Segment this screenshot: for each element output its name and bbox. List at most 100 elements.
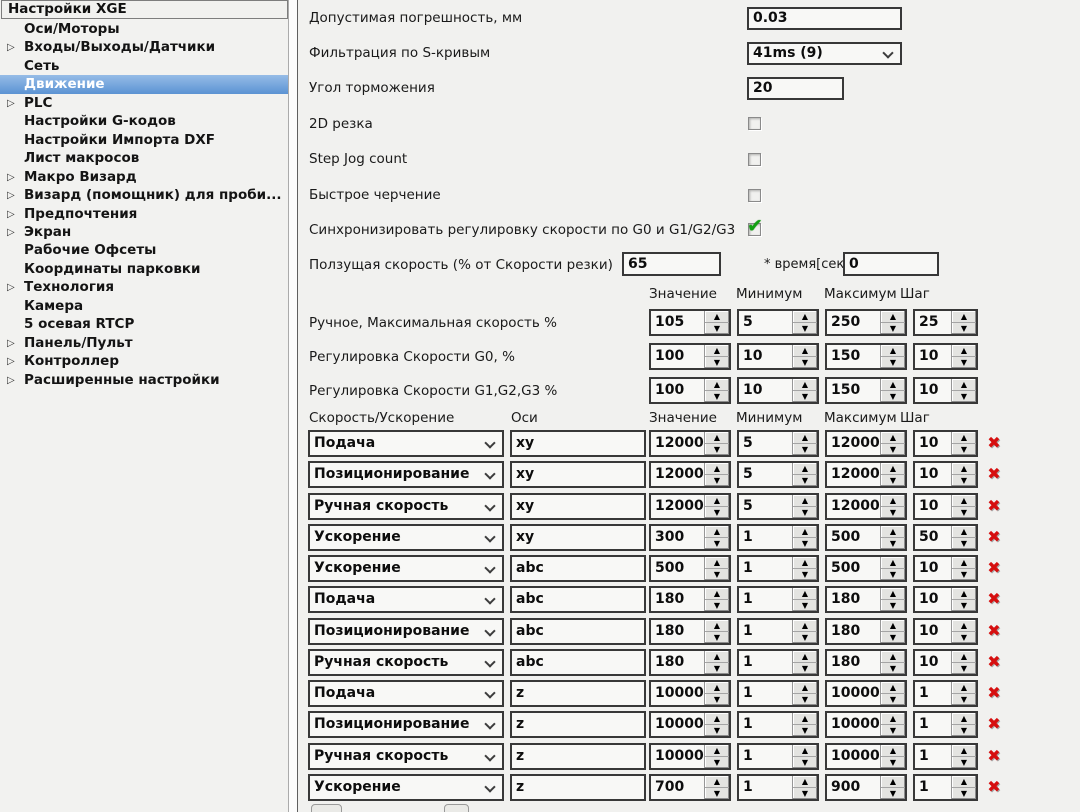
spin-down-icon[interactable]: ▼	[952, 475, 976, 486]
delete-row-button[interactable]: ✖	[985, 653, 1003, 671]
spin-down-icon[interactable]: ▼	[705, 507, 729, 518]
spin-down-icon[interactable]: ▼	[793, 391, 817, 402]
spin-up-icon[interactable]: ▲	[793, 682, 817, 694]
sidebar-item[interactable]: ▷ Макро Визард	[0, 168, 288, 187]
spin-buttons[interactable]: ▲ ▼	[951, 713, 976, 736]
spin-up-icon[interactable]: ▲	[952, 557, 976, 569]
spin-buttons[interactable]: ▲ ▼	[951, 432, 976, 455]
spin-down-icon[interactable]: ▼	[705, 694, 729, 705]
sidebar-item[interactable]: 5 осевая RTCP	[0, 315, 288, 334]
delete-row-button[interactable]: ✖	[985, 434, 1003, 452]
sidebar-item[interactable]: Лист макросов	[0, 149, 288, 168]
spin-down-icon[interactable]: ▼	[705, 391, 729, 402]
spin-up-icon[interactable]: ▲	[793, 495, 817, 507]
delete-row-button[interactable]: ✖	[985, 747, 1003, 765]
row-axes-input[interactable]: xy	[510, 493, 646, 520]
sidebar-item[interactable]: ▷ Визард (помощник) для проби...	[0, 186, 288, 205]
delete-row-button[interactable]: ✖	[985, 778, 1003, 796]
spin-down-icon[interactable]: ▼	[952, 694, 976, 705]
row-axes-input[interactable]: abc	[510, 555, 646, 582]
spinbox[interactable]: 10 ▲ ▼	[913, 493, 978, 520]
spin-buttons[interactable]: ▲ ▼	[792, 588, 817, 611]
spinbox[interactable]: 180 ▲ ▼	[825, 649, 907, 676]
spin-down-icon[interactable]: ▼	[705, 569, 729, 580]
spin-down-icon[interactable]: ▼	[705, 757, 729, 768]
spin-buttons[interactable]: ▲ ▼	[951, 651, 976, 674]
2d-cut-checkbox[interactable]	[748, 117, 761, 130]
spinbox[interactable]: 10 ▲ ▼	[913, 649, 978, 676]
spin-down-icon[interactable]: ▼	[705, 725, 729, 736]
time-input[interactable]: 0	[843, 252, 939, 276]
spin-up-icon[interactable]: ▲	[952, 776, 976, 788]
spinbox[interactable]: 10000 ▲ ▼	[825, 711, 907, 738]
spinbox[interactable]: 10000 ▲ ▼	[649, 743, 731, 770]
spin-down-icon[interactable]: ▼	[793, 632, 817, 643]
sidebar-item[interactable]: Рабочие Офсеты	[0, 241, 288, 260]
spin-buttons[interactable]: ▲ ▼	[951, 379, 976, 402]
spinbox[interactable]: 180 ▲ ▼	[825, 586, 907, 613]
spinbox[interactable]: 180 ▲ ▼	[649, 586, 731, 613]
spin-up-icon[interactable]: ▲	[705, 557, 729, 569]
row-axes-input[interactable]: z	[510, 774, 646, 801]
spin-down-icon[interactable]: ▼	[952, 663, 976, 674]
spin-down-icon[interactable]: ▼	[793, 725, 817, 736]
spinbox[interactable]: 1 ▲ ▼	[737, 555, 819, 582]
spin-up-icon[interactable]: ▲	[881, 588, 905, 600]
spin-up-icon[interactable]: ▲	[793, 345, 817, 357]
spinbox[interactable]: 1 ▲ ▼	[913, 743, 978, 770]
spin-buttons[interactable]: ▲ ▼	[951, 557, 976, 580]
spin-down-icon[interactable]: ▼	[705, 788, 729, 799]
row-axes-input[interactable]: z	[510, 680, 646, 707]
spin-down-icon[interactable]: ▼	[793, 475, 817, 486]
spin-up-icon[interactable]: ▲	[705, 526, 729, 538]
sidebar-item[interactable]: Движение	[0, 75, 288, 95]
sidebar-item[interactable]: ▷ Расширенные настройки	[0, 371, 288, 390]
row-type-select[interactable]: Позиционирование	[308, 618, 504, 645]
spin-buttons[interactable]: ▲ ▼	[880, 620, 905, 643]
sidebar-item[interactable]: Оси/Моторы	[0, 20, 288, 39]
spin-up-icon[interactable]: ▲	[793, 713, 817, 725]
delete-row-button[interactable]: ✖	[985, 590, 1003, 608]
spin-down-icon[interactable]: ▼	[881, 725, 905, 736]
expander-icon[interactable]: ▷	[7, 94, 15, 113]
expander-icon[interactable]: ▷	[7, 205, 15, 224]
spin-up-icon[interactable]: ▲	[705, 432, 729, 444]
spin-buttons[interactable]: ▲ ▼	[704, 588, 729, 611]
spin-up-icon[interactable]: ▲	[881, 745, 905, 757]
spin-buttons[interactable]: ▲ ▼	[704, 463, 729, 486]
spin-down-icon[interactable]: ▼	[705, 600, 729, 611]
spinbox[interactable]: 50 ▲ ▼	[913, 524, 978, 551]
sidebar-item[interactable]: ▷ Контроллер	[0, 352, 288, 371]
spin-up-icon[interactable]: ▲	[705, 311, 729, 323]
spin-down-icon[interactable]: ▼	[881, 357, 905, 368]
spin-buttons[interactable]: ▲ ▼	[792, 557, 817, 580]
row-axes-input[interactable]: xy	[510, 430, 646, 457]
spin-up-icon[interactable]: ▲	[881, 345, 905, 357]
sidebar-item[interactable]: ▷ Предпочтения	[0, 205, 288, 224]
spin-down-icon[interactable]: ▼	[793, 788, 817, 799]
spin-buttons[interactable]: ▲ ▼	[951, 345, 976, 368]
spin-up-icon[interactable]: ▲	[705, 776, 729, 788]
expander-icon[interactable]: ▷	[7, 352, 15, 371]
row-axes-input[interactable]: z	[510, 711, 646, 738]
spin-up-icon[interactable]: ▲	[793, 620, 817, 632]
spin-down-icon[interactable]: ▼	[952, 507, 976, 518]
spin-buttons[interactable]: ▲ ▼	[880, 311, 905, 334]
spin-down-icon[interactable]: ▼	[793, 694, 817, 705]
expander-icon[interactable]: ▷	[7, 186, 15, 205]
spin-buttons[interactable]: ▲ ▼	[792, 432, 817, 455]
spinbox[interactable]: 1 ▲ ▼	[737, 680, 819, 707]
spin-down-icon[interactable]: ▼	[793, 507, 817, 518]
spin-buttons[interactable]: ▲ ▼	[880, 345, 905, 368]
spin-up-icon[interactable]: ▲	[952, 682, 976, 694]
spin-buttons[interactable]: ▲ ▼	[951, 776, 976, 799]
add-row-button[interactable]	[311, 804, 342, 812]
delete-row-button[interactable]: ✖	[985, 497, 1003, 515]
row-type-select[interactable]: Ручная скорость	[308, 493, 504, 520]
expander-icon[interactable]: ▷	[7, 371, 15, 390]
spin-down-icon[interactable]: ▼	[881, 569, 905, 580]
spinbox[interactable]: 900 ▲ ▼	[825, 774, 907, 801]
spin-down-icon[interactable]: ▼	[705, 444, 729, 455]
spin-down-icon[interactable]: ▼	[881, 507, 905, 518]
spin-down-icon[interactable]: ▼	[881, 694, 905, 705]
